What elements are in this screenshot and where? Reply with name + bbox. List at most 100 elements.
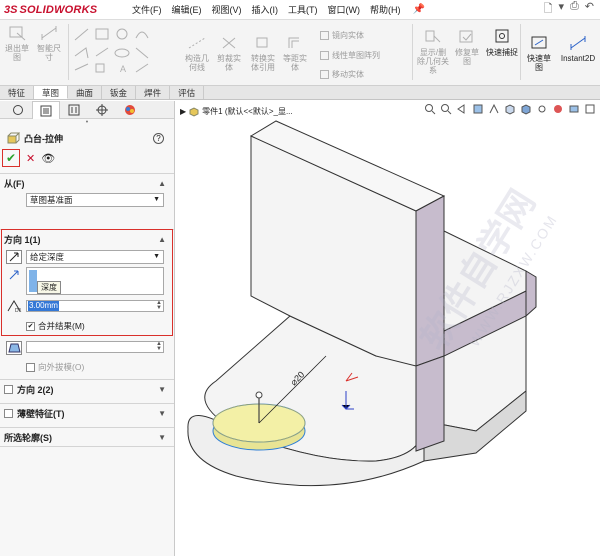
property-list-icon xyxy=(40,105,52,116)
chevron-down-icon: ▼ xyxy=(158,384,166,394)
tab-surfaces[interactable]: 曲面 xyxy=(68,86,103,99)
convert-entities-icon xyxy=(256,37,268,48)
configuration-icon xyxy=(68,104,80,116)
offset-entities-label: 等距实体 xyxy=(283,54,307,72)
move-icon xyxy=(320,70,329,79)
from-section: 从(F) ▲ 草图基准面 ▼ xyxy=(0,173,174,207)
thin-feature-label: 薄壁特征(T) xyxy=(17,408,65,419)
trim-icon xyxy=(222,37,236,49)
linear-pattern-label: 线性草图阵列 xyxy=(332,51,380,60)
new-document-icon[interactable]: 🗋 xyxy=(544,0,553,19)
graphics-viewport[interactable]: ▶ 零件1 (默认<<默认>_显... ⌀20 软件自学网 WWW.RJZXW.… xyxy=(176,101,600,556)
tab-sketch[interactable]: 草图 xyxy=(34,86,69,99)
from-section-header[interactable]: 从(F) ▲ xyxy=(0,174,174,192)
thin-feature-section-header[interactable]: 薄壁特征(T) ▼ xyxy=(0,404,174,422)
repair-sketch-icon xyxy=(459,30,473,43)
direction1-highlight-frame xyxy=(1,229,173,336)
direction2-section: 方向 2(2) ▼ xyxy=(0,379,174,398)
property-manager-tab[interactable] xyxy=(32,101,60,119)
crosshair-icon xyxy=(96,104,108,116)
from-select[interactable]: 草图基准面 ▼ xyxy=(26,193,164,207)
move-entities-label: 移动实体 xyxy=(332,70,364,79)
solidworks-logo[interactable]: 3S SOLIDWORKS xyxy=(0,4,128,16)
menu-tools[interactable]: 工具(T) xyxy=(284,0,322,20)
property-manager-panel: • 凸台-拉伸 ? ✔ ✕ 👁 从(F) ▲ 草图基准面 ▼ 方向 1(1) ▲… xyxy=(0,101,175,556)
from-label: 从(F) xyxy=(4,178,25,189)
exit-sketch-button[interactable]: 退出草图 xyxy=(4,24,30,62)
menu-edit[interactable]: 编辑(E) xyxy=(168,0,206,20)
spin-arrows-icon[interactable]: ▲ ▼ xyxy=(156,341,162,352)
display-delete-relations-button[interactable]: 显示/删除几何关系 xyxy=(416,28,450,75)
feature-manager-tab[interactable] xyxy=(4,101,32,119)
instant2d-label: Instant2D xyxy=(560,54,596,63)
rapid-sketch-label: 快速草图 xyxy=(527,54,551,72)
panel-tabs xyxy=(0,101,174,119)
help-icon[interactable]: ? xyxy=(153,132,164,144)
checkbox-unchecked-icon xyxy=(26,362,35,372)
thin-feature-section: 薄壁特征(T) ▼ xyxy=(0,403,174,422)
menu-insert[interactable]: 插入(I) xyxy=(248,0,283,20)
display-manager-tab[interactable] xyxy=(116,101,144,119)
feature-tree-icon xyxy=(13,105,23,115)
preview-eye-icon[interactable]: 👁 xyxy=(41,152,55,165)
title-bar: 3S SOLIDWORKS 文件(F) 编辑(E) 视图(V) 插入(I) 工具… xyxy=(0,0,600,20)
construct-geometry-button[interactable]: 构造几何线 xyxy=(182,34,212,72)
dimxpert-tab[interactable] xyxy=(88,101,116,119)
rapid-sketch-button[interactable]: 快速草图 xyxy=(524,34,554,72)
mirror-icon xyxy=(320,31,329,40)
direction2-label: 方向 2(2) xyxy=(17,384,54,395)
quick-snaps-icon xyxy=(495,29,509,43)
draft-outward-checkbox[interactable]: 向外拔模(O) xyxy=(26,361,84,373)
chevron-up-icon: ▲ xyxy=(158,178,166,188)
mirror-entities-button[interactable]: 镜向实体 xyxy=(320,30,364,41)
draft-icon[interactable] xyxy=(6,341,22,355)
from-value: 草图基准面 xyxy=(30,195,73,205)
repair-sketch-label: 修复草图 xyxy=(455,48,479,66)
offset-entities-button[interactable]: 等距实体 xyxy=(282,34,308,72)
menu-bar: 文件(F) 编辑(E) 视图(V) 插入(I) 工具(T) 窗口(W) 帮助(H… xyxy=(128,0,405,20)
undo-icon[interactable]: ↶ xyxy=(585,0,594,19)
instant2d-button[interactable]: Instant2D xyxy=(558,34,598,63)
draft-angle-input[interactable]: ▲ ▼ xyxy=(26,341,164,353)
quick-snaps-button[interactable]: 快速捕捉 xyxy=(486,28,518,57)
linear-pattern-button[interactable]: 线性草图阵列 xyxy=(320,50,380,61)
configuration-manager-tab[interactable] xyxy=(60,101,88,119)
draft-outward-label: 向外拔模(O) xyxy=(38,362,85,372)
menu-file[interactable]: 文件(F) xyxy=(128,0,166,20)
logo-prefix: 3S xyxy=(4,3,18,16)
tab-sheet-metal[interactable]: 钣金 xyxy=(102,86,137,99)
exit-sketch-icon xyxy=(9,26,26,41)
direction2-section-header[interactable]: 方向 2(2) ▼ xyxy=(0,380,174,398)
feature-header: 凸台-拉伸 ? xyxy=(0,127,174,149)
smart-dimension-label: 智能尺寸 xyxy=(37,44,61,62)
menu-view[interactable]: 视图(V) xyxy=(208,0,246,20)
checkbox-unchecked-icon[interactable] xyxy=(4,384,13,394)
toolbar-separator xyxy=(412,24,413,80)
convert-entities-button[interactable]: 转换实体引用 xyxy=(248,34,278,72)
tab-evaluate[interactable]: 评估 xyxy=(170,86,205,99)
selected-contours-section-header[interactable]: 所选轮廓(S) ▼ xyxy=(0,428,174,446)
menu-help[interactable]: 帮助(H) xyxy=(366,0,405,20)
quick-snaps-label: 快速捕捉 xyxy=(486,48,518,57)
print-icon[interactable]: ⎙ xyxy=(570,0,579,19)
menu-window[interactable]: 窗口(W) xyxy=(324,0,365,20)
chevron-down-icon: ▼ xyxy=(158,432,166,442)
rapid-sketch-icon xyxy=(531,36,547,49)
toolbar-separator xyxy=(68,24,69,80)
smart-dimension-button[interactable]: 智能尺寸 xyxy=(34,24,64,62)
drag-handle-knob xyxy=(255,391,263,399)
chevron-down-icon: ▼ xyxy=(158,408,166,418)
move-entities-button[interactable]: 移动实体 xyxy=(320,69,364,80)
tab-weldments[interactable]: 焊件 xyxy=(136,86,171,99)
ok-button[interactable]: ✔ xyxy=(2,149,20,167)
offset-entities-icon xyxy=(288,37,299,48)
cancel-button[interactable]: ✕ xyxy=(26,152,35,165)
command-manager-tabs: 特征 草图 曲面 钣金 焊件 评估 xyxy=(0,86,600,100)
trim-entities-button[interactable]: 剪裁实体 xyxy=(214,34,244,72)
tab-features[interactable]: 特征 xyxy=(0,86,35,99)
pin-icon[interactable]: 📌 xyxy=(413,4,425,15)
repair-sketch-button[interactable]: 修复草图 xyxy=(452,28,482,66)
open-icon[interactable]: ▾ xyxy=(558,0,564,19)
checkbox-unchecked-icon[interactable] xyxy=(4,408,13,418)
rib-end-face xyxy=(525,270,537,318)
